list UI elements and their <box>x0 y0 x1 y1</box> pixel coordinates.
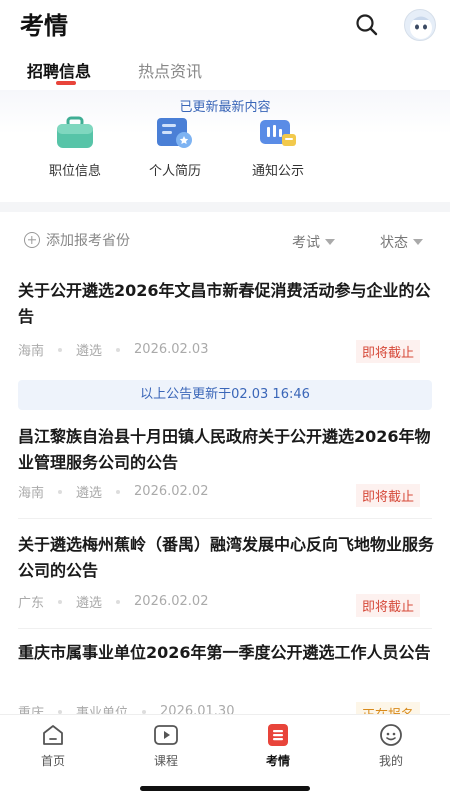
add-province-label: 添加报考省份 <box>46 233 130 249</box>
separator-dot <box>142 709 147 714</box>
quick-link-label: 个人简历 <box>148 164 201 179</box>
exam-info-icon <box>265 723 291 747</box>
announcement-region: 广东 <box>18 596 45 611</box>
announcement-title: 重庆市属事业单位2026年第一季度公开遴选工作人员公告 <box>18 643 431 662</box>
add-circle-icon <box>24 232 40 248</box>
separator-dot <box>116 347 121 352</box>
quick-links-card: 已更新最新内容 职位信息 个人简历 通知公示 <box>0 90 450 200</box>
notice-icon <box>256 112 300 152</box>
announcement-item[interactable]: 关于公开遴选2026年文昌市新春促消费活动参与企业的公告 海南 遴选 2026.… <box>0 276 450 372</box>
profile-icon <box>378 723 404 747</box>
announcement-item[interactable]: 关于遴选梅州蕉岭（番禺）融湾发展中心反向飞地物业服务公司的公告 广东 遴选 20… <box>0 532 450 628</box>
separator-dot <box>116 599 121 604</box>
nav-label: 考情 <box>265 754 290 768</box>
status-badge: 即将截止 <box>355 340 420 363</box>
avatar[interactable] <box>404 9 436 41</box>
announcement-title: 昌江黎族自治县十月田镇人民政府关于公开遴选2026年物业管理服务公司的公告 <box>18 427 431 472</box>
exam-filter-label: 考试 <box>292 235 320 251</box>
announcement-item[interactable]: 重庆市属事业单位2026年第一季度公开遴选工作人员公告 重庆 事业单位 2026… <box>0 640 450 714</box>
quick-link-resume[interactable]: 个人简历 <box>130 112 220 179</box>
announcement-title: 关于公开遴选2026年文昌市新春促消费活动参与企业的公告 <box>18 281 431 326</box>
divider <box>18 518 432 519</box>
announcement-meta: 重庆 事业单位 2026.01.30 <box>18 702 234 714</box>
announcement-region: 海南 <box>18 344 45 359</box>
quick-link-notice[interactable]: 通知公示 <box>233 112 323 179</box>
announcement-meta: 海南 遴选 2026.02.02 <box>18 482 208 501</box>
tab-indicator <box>56 81 76 85</box>
status-badge: 正在报名 <box>355 702 420 714</box>
play-icon <box>153 723 179 747</box>
home-icon <box>40 723 66 747</box>
status-filter-dropdown[interactable]: 状态 <box>380 232 423 252</box>
caret-down-icon <box>325 239 335 245</box>
home-indicator <box>140 786 310 791</box>
separator-dot <box>58 347 63 352</box>
caret-down-icon <box>413 239 423 245</box>
announcement-type: 遴选 <box>76 486 103 501</box>
search-icon[interactable] <box>354 12 380 38</box>
status-badge: 即将截止 <box>355 594 420 617</box>
section-gap <box>0 202 450 212</box>
briefcase-icon <box>53 112 97 152</box>
separator-dot <box>58 489 63 494</box>
nav-label: 课程 <box>153 754 178 768</box>
nav-label: 首页 <box>40 754 65 768</box>
nav-item-profile[interactable]: 我的 <box>356 723 426 769</box>
tab-hot-news[interactable]: 热点资讯 <box>138 58 202 82</box>
announcement-date: 2026.02.02 <box>134 484 209 499</box>
announcement-region: 重庆 <box>18 706 45 714</box>
announcement-type: 遴选 <box>76 344 103 359</box>
announcement-date: 2026.02.02 <box>134 594 209 609</box>
announcement-meta: 广东 遴选 2026.02.02 <box>18 592 208 611</box>
announcement-title: 关于遴选梅州蕉岭（番禺）融湾发展中心反向飞地物业服务公司的公告 <box>18 535 435 580</box>
quick-link-label: 职位信息 <box>48 164 101 179</box>
announcement-item[interactable]: 昌江黎族自治县十月田镇人民政府关于公开遴选2026年物业管理服务公司的公告 海南… <box>0 422 450 518</box>
nav-item-home[interactable]: 首页 <box>18 723 88 769</box>
filter-bar: 添加报考省份 考试 状态 <box>0 224 450 258</box>
exam-filter-dropdown[interactable]: 考试 <box>292 232 335 252</box>
announcement-region: 海南 <box>18 486 45 501</box>
nav-item-exam-info[interactable]: 考情 <box>243 723 313 769</box>
divider <box>18 628 432 629</box>
nav-label: 我的 <box>378 754 403 768</box>
quick-link-label: 通知公示 <box>251 164 304 179</box>
add-province-button[interactable]: 添加报考省份 <box>24 230 130 250</box>
separator-dot <box>58 599 63 604</box>
resume-icon <box>153 112 197 152</box>
status-badge: 即将截止 <box>355 484 420 507</box>
separator-dot <box>116 489 121 494</box>
update-time-banner: 以上公告更新于02.03 16:46 <box>18 380 432 410</box>
tab-recruitment[interactable]: 招聘信息 <box>27 58 91 82</box>
status-filter-label: 状态 <box>380 235 408 251</box>
announcement-type: 遴选 <box>76 596 103 611</box>
separator-dot <box>58 709 63 714</box>
content-tabs: 招聘信息 热点资讯 <box>0 52 450 88</box>
app-header: 考情 <box>0 0 450 46</box>
page-title: 考情 <box>20 12 68 40</box>
announcement-date: 2026.01.30 <box>160 704 235 714</box>
nav-item-courses[interactable]: 课程 <box>131 723 201 769</box>
announcement-meta: 海南 遴选 2026.02.03 <box>18 340 208 359</box>
quick-link-jobs[interactable]: 职位信息 <box>30 112 120 179</box>
announcement-type: 事业单位 <box>76 706 129 714</box>
announcement-date: 2026.02.03 <box>134 342 209 357</box>
